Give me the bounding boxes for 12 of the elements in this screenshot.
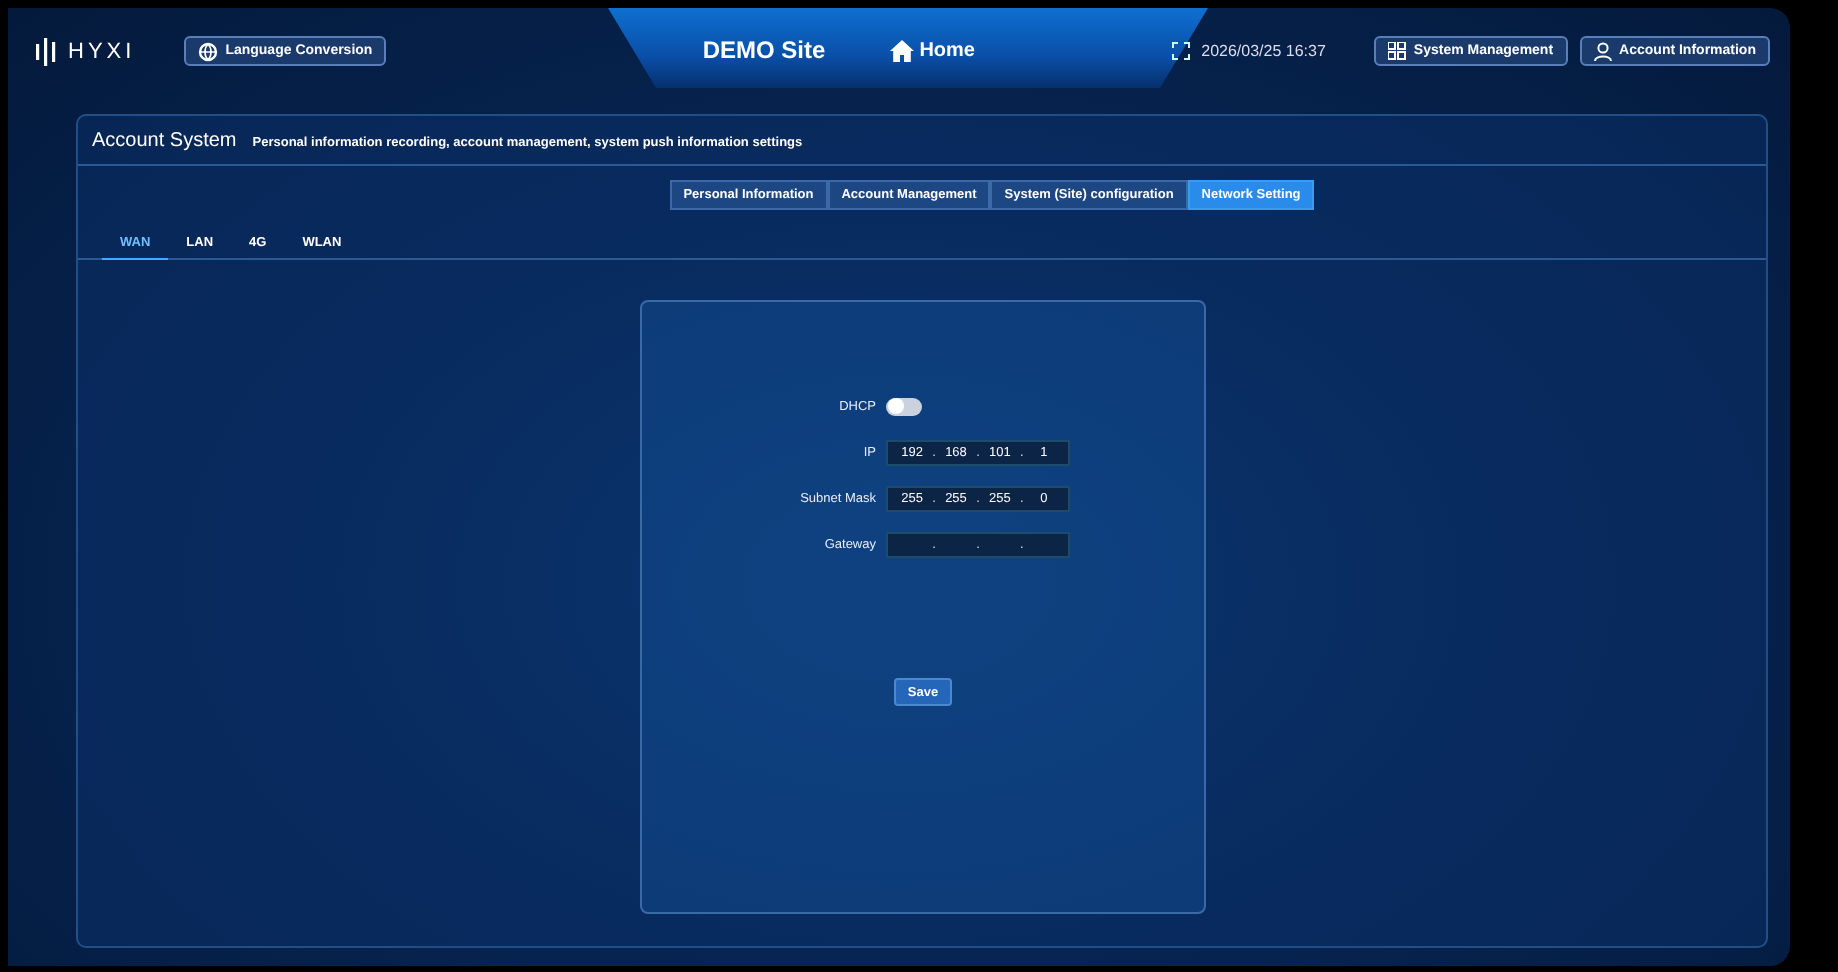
datetime-text: 2026/03/25 16:37 (1201, 42, 1326, 60)
site-title: DEMO Site (702, 36, 826, 64)
logo-text: HYXI (68, 39, 136, 63)
grid-icon (1387, 42, 1406, 60)
dhcp-toggle[interactable] (886, 397, 922, 415)
globe-icon (197, 41, 218, 61)
fullscreen-icon (1171, 42, 1190, 60)
user-icon (1593, 41, 1612, 61)
home-icon (889, 39, 914, 61)
home-link[interactable]: Home (889, 39, 975, 61)
panel-title: Account System (92, 130, 237, 152)
logo-mark-icon (36, 37, 56, 65)
